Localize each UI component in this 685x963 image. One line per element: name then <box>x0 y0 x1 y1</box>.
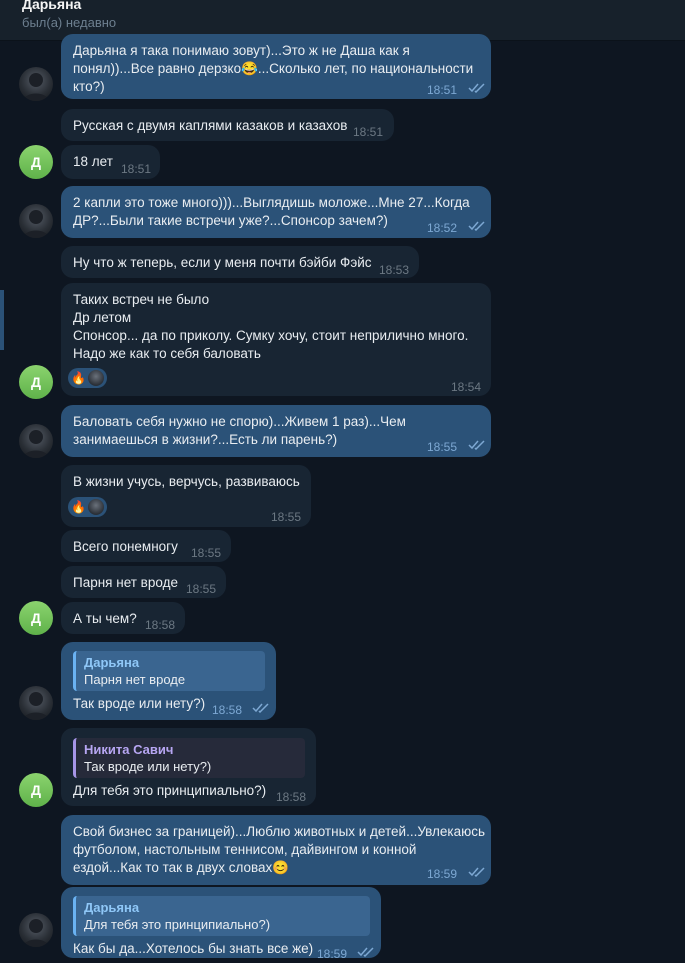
message-text: В жизни учусь, верчусь, развиваюсь <box>73 474 300 489</box>
message-text: Всего понемногу <box>73 539 178 554</box>
message-outgoing[interactable]: Свой бизнес за границей)...Люблю животны… <box>61 815 491 885</box>
avatar-nikita[interactable] <box>19 424 53 458</box>
message-incoming[interactable]: Русская с двумя каплями казаков и казахо… <box>61 109 394 141</box>
message-text: Таких встреч не было Др летом Спонсор...… <box>73 292 469 361</box>
message-time: 18:52 <box>427 221 458 235</box>
reply-quote[interactable]: Дарьяна Парня нет вроде <box>73 651 265 691</box>
message-incoming[interactable]: В жизни учусь, верчусь, развиваюсь 🔥 18:… <box>61 465 311 527</box>
message-text: 2 капли это тоже много)))...Выглядишь мо… <box>73 195 470 228</box>
avatar-nikita[interactable] <box>19 686 53 720</box>
message-reactions[interactable]: 🔥 <box>68 497 107 517</box>
message-outgoing[interactable]: 2 капли это тоже много)))...Выглядишь мо… <box>61 186 491 238</box>
avatar-daryana[interactable]: Д <box>19 145 53 179</box>
message-text: 18 лет <box>73 154 113 169</box>
avatar-daryana[interactable]: Д <box>19 365 53 399</box>
message-time: 18:58 <box>276 790 307 804</box>
reply-quote[interactable]: Дарьяна Для тебя это принципиально?) <box>73 896 370 936</box>
message-incoming[interactable]: Никита Савич Так вроде или нету?) Для те… <box>61 728 316 806</box>
message-text: Парня нет вроде <box>73 575 178 590</box>
avatar-nikita[interactable] <box>19 67 53 101</box>
reply-author: Дарьяна <box>84 655 140 670</box>
message-time: 18:55 <box>427 440 458 454</box>
message-incoming[interactable]: Парня нет вроде 18:55 <box>61 566 226 598</box>
avatar-nikita[interactable] <box>19 913 53 947</box>
reply-quote[interactable]: Никита Савич Так вроде или нету?) <box>73 738 305 778</box>
message-time: 18:51 <box>427 83 458 97</box>
message-time: 18:59 <box>317 947 348 961</box>
message-text: Для тебя это принципиально?) <box>73 783 267 798</box>
contact-name[interactable]: Дарьяна <box>22 0 81 12</box>
message-text: Как бы да...Хотелось бы знать все же) <box>73 941 314 956</box>
message-outgoing[interactable]: Дарьяна Для тебя это принципиально?) Как… <box>61 887 381 961</box>
message-text: Дарьяна я така понимаю зовут)...Это ж не… <box>73 43 474 94</box>
fire-reaction-icon: 🔥 <box>71 371 86 385</box>
message-text: Ну что ж теперь, если у меня почти бэйби… <box>73 255 372 270</box>
reply-text: Парня нет вроде <box>84 672 186 687</box>
message-time: 18:58 <box>212 703 243 717</box>
message-incoming[interactable]: Таких встреч не было Др летом Спонсор...… <box>61 283 491 396</box>
reactor-avatar <box>87 499 104 515</box>
read-checkmarks-icon <box>468 867 485 877</box>
avatar-daryana[interactable]: Д <box>19 601 53 635</box>
message-time: 18:54 <box>451 380 482 394</box>
reply-author: Дарьяна <box>84 900 140 915</box>
message-text: Русская с двумя каплями казаков и казахо… <box>73 118 348 133</box>
message-outgoing[interactable]: Дарьяна Парня нет вроде Так вроде или не… <box>61 642 276 720</box>
message-reactions[interactable]: 🔥 <box>68 368 107 388</box>
message-incoming[interactable]: А ты чем? 18:58 <box>61 602 185 634</box>
message-time: 18:59 <box>427 867 458 881</box>
contact-status: был(а) недавно <box>22 15 117 30</box>
message-time: 18:53 <box>379 263 410 277</box>
fire-reaction-icon: 🔥 <box>71 500 86 514</box>
avatar-daryana[interactable]: Д <box>19 773 53 807</box>
read-checkmarks-icon <box>468 83 485 93</box>
message-time: 18:58 <box>145 618 176 632</box>
reply-author: Никита Савич <box>84 742 174 757</box>
message-time: 18:51 <box>121 162 152 176</box>
message-incoming[interactable]: Ну что ж теперь, если у меня почти бэйби… <box>61 246 419 278</box>
reply-text: Для тебя это принципиально?) <box>84 917 271 932</box>
reactor-avatar <box>87 370 104 386</box>
message-time: 18:55 <box>191 546 222 560</box>
read-checkmarks-icon <box>468 440 485 450</box>
message-time: 18:55 <box>186 582 217 596</box>
message-incoming[interactable]: 18 лет 18:51 <box>61 145 160 179</box>
message-time: 18:51 <box>353 125 384 139</box>
read-checkmarks-icon <box>468 221 485 231</box>
message-text: А ты чем? <box>73 611 137 626</box>
message-outgoing[interactable]: Баловать себя нужно не спорю)...Живем 1 … <box>61 405 491 457</box>
message-incoming[interactable]: Всего понемногу 18:55 <box>61 530 231 562</box>
read-checkmarks-icon <box>357 947 374 957</box>
message-outgoing[interactable]: Дарьяна я така понимаю зовут)...Это ж не… <box>61 34 491 99</box>
scrollbar-thumb[interactable] <box>0 290 4 350</box>
message-text: Баловать себя нужно не спорю)...Живем 1 … <box>73 414 406 447</box>
read-checkmarks-icon <box>252 703 269 713</box>
avatar-nikita[interactable] <box>19 204 53 238</box>
message-text: Свой бизнес за границей)...Люблю животны… <box>73 824 486 875</box>
reply-text: Так вроде или нету?) <box>84 759 212 774</box>
message-text: Так вроде или нету?) <box>73 696 206 711</box>
message-time: 18:55 <box>271 510 302 524</box>
